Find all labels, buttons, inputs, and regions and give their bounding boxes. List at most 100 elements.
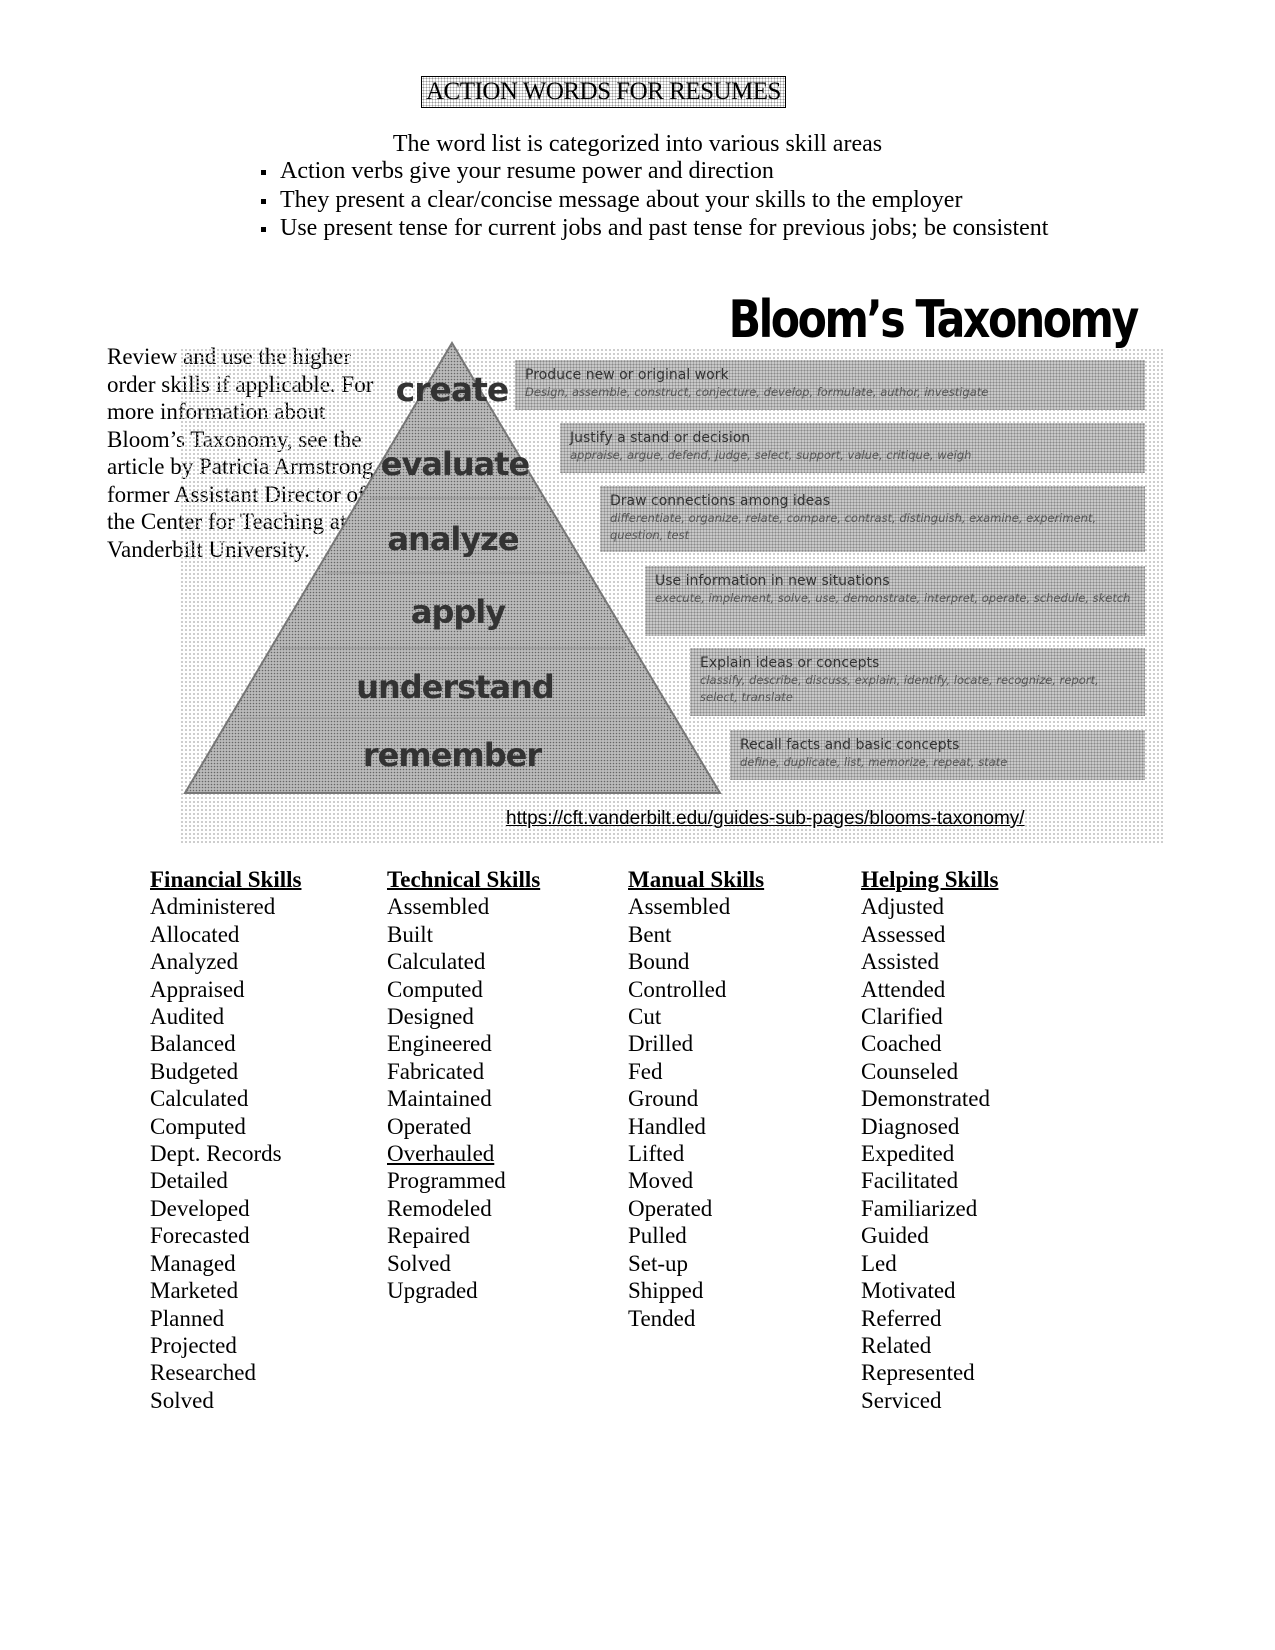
skill-word: Guided — [861, 1223, 929, 1249]
skill-word: Pulled — [628, 1223, 687, 1249]
skill-word: Adjusted — [861, 894, 945, 920]
level-description-remember: Recall facts and basic concepts define, … — [730, 730, 1145, 780]
skill-word: Calculated — [387, 949, 486, 975]
skill-word: Set-up — [628, 1250, 689, 1276]
skill-word: Allocated — [150, 921, 240, 947]
skill-word: Operated — [628, 1195, 713, 1221]
skill-word: Handled — [628, 1113, 706, 1139]
skill-word: Ground — [628, 1086, 699, 1112]
skill-word: Managed — [150, 1250, 236, 1276]
level-verbs: execute, implement, solve, use, demonstr… — [655, 591, 1131, 605]
skill-word: Moved — [628, 1168, 694, 1194]
skill-word: Planned — [150, 1305, 225, 1331]
skill-word: Expedited — [861, 1141, 955, 1167]
level-heading: Justify a stand or decision — [570, 430, 751, 446]
skill-word: Assembled — [387, 894, 490, 920]
skill-word: Calculated — [150, 1086, 249, 1112]
intro-text: The word list is categorized into variou… — [392, 131, 883, 157]
skill-word: Cut — [628, 1004, 662, 1030]
skill-word: Assessed — [861, 921, 946, 947]
skill-word: Built — [387, 921, 434, 947]
skill-word: Referred — [861, 1305, 942, 1331]
blooms-taxonomy-figure: Bloom’s Taxonomy create evaluate analyze… — [180, 288, 1165, 843]
skill-word: Programmed — [387, 1168, 506, 1194]
skill-word: Appraised — [150, 976, 245, 1002]
blooms-source-link[interactable]: https://cft.vanderbilt.edu/guides-sub-pa… — [506, 808, 1025, 830]
skill-word: Attended — [861, 976, 946, 1002]
skill-word: Bound — [628, 949, 690, 975]
bullet-item: Use present tense for current jobs and p… — [258, 214, 1048, 243]
skill-word: Serviced — [861, 1387, 942, 1413]
skill-word: Maintained — [387, 1086, 492, 1112]
level-description-evaluate: Justify a stand or decision appraise, ar… — [560, 423, 1145, 473]
skill-word: Motivated — [861, 1278, 956, 1304]
skill-word: Repaired — [387, 1223, 471, 1249]
level-heading: Use information in new situations — [655, 573, 890, 589]
skill-word: Shipped — [628, 1278, 704, 1304]
skill-word: Represented — [861, 1360, 975, 1386]
skill-word: Facilitated — [861, 1168, 959, 1194]
level-description-analyze: Draw connections among ideas differentia… — [600, 486, 1145, 552]
bullet-item: They present a clear/concise message abo… — [258, 186, 1048, 215]
bullet-item: Action verbs give your resume power and … — [258, 157, 1048, 186]
level-verbs: differentiate, organize, relate, compare… — [610, 511, 1097, 542]
skills-column-helping: Helping Skills Adjusted Assessed Assisted At… — [861, 866, 998, 1414]
skill-word: Assembled — [628, 894, 731, 920]
skill-word: Assisted — [861, 949, 939, 975]
skill-word: Diagnosed — [861, 1113, 960, 1139]
level-verbs: classify, describe, discuss, explain, id… — [700, 673, 1099, 704]
skill-word: Led — [861, 1250, 897, 1276]
skill-word: Clarified — [861, 1004, 943, 1030]
skill-word: Dept. Records — [150, 1141, 282, 1167]
skill-word: Operated — [387, 1113, 472, 1139]
skill-word: Solved — [387, 1250, 451, 1276]
page-title: ACTION WORDS FOR RESUMES — [421, 76, 786, 108]
skill-word: Lifted — [628, 1141, 685, 1167]
column-header: Financial Skills — [150, 867, 302, 892]
level-remember: remember — [362, 736, 542, 774]
skill-word: Computed — [387, 976, 483, 1002]
level-analyze: analyze — [387, 520, 519, 558]
skill-word: Detailed — [150, 1168, 228, 1194]
level-description-understand: Explain ideas or concepts classify, desc… — [690, 648, 1145, 716]
skill-word: Solved — [150, 1387, 214, 1413]
column-header: Helping Skills — [861, 867, 999, 892]
skill-word: Designed — [387, 1004, 474, 1030]
pyramid-shape — [183, 341, 722, 794]
skill-word: Bent — [628, 921, 672, 947]
level-heading: Recall facts and basic concepts — [740, 737, 960, 753]
skill-word: Budgeted — [150, 1058, 239, 1084]
skill-word: Administered — [150, 894, 276, 920]
skill-word: Developed — [150, 1195, 250, 1221]
skill-word: Counseled — [861, 1058, 959, 1084]
level-heading: Explain ideas or concepts — [700, 655, 880, 671]
skill-word: Forecasted — [150, 1223, 250, 1249]
level-verbs: appraise, argue, defend, judge, select, … — [570, 448, 972, 462]
column-header: Technical Skills — [387, 867, 541, 892]
skill-word: Computed — [150, 1113, 246, 1139]
skill-word: Familiarized — [861, 1195, 978, 1221]
skill-word: Engineered — [387, 1031, 492, 1057]
skill-word: Marketed — [150, 1278, 239, 1304]
level-description-apply: Use information in new situations execut… — [645, 566, 1145, 636]
level-apply: apply — [410, 593, 506, 631]
level-verbs: Design, assemble, construct, conjecture,… — [525, 385, 989, 399]
level-evaluate: evaluate — [380, 445, 530, 483]
skill-word: Controlled — [628, 976, 727, 1002]
level-verbs: define, duplicate, list, memorize, repea… — [740, 755, 1008, 769]
blooms-title: Bloom’s Taxonomy — [728, 290, 1140, 350]
skills-column-technical: Technical Skills Assembled Built Calculated… — [387, 866, 540, 1305]
skill-word: Tended — [628, 1305, 696, 1331]
skills-column-manual: Manual Skills Assembled Bent Bound Controlle… — [628, 866, 764, 1332]
skill-word: Balanced — [150, 1031, 236, 1057]
level-create: create — [395, 370, 510, 409]
level-description-create: Produce new or original work Design, ass… — [515, 360, 1145, 410]
skill-word: Audited — [150, 1004, 225, 1030]
skill-word: Remodeled — [387, 1195, 492, 1221]
column-header: Manual Skills — [628, 867, 765, 892]
skill-word: Projected — [150, 1332, 237, 1358]
skills-column-financial: Financial Skills Administered Allocated Ana… — [150, 866, 301, 1414]
skill-word: Demonstrated — [861, 1086, 991, 1112]
skill-word: Coached — [861, 1031, 942, 1057]
skill-word: Fed — [628, 1058, 663, 1084]
